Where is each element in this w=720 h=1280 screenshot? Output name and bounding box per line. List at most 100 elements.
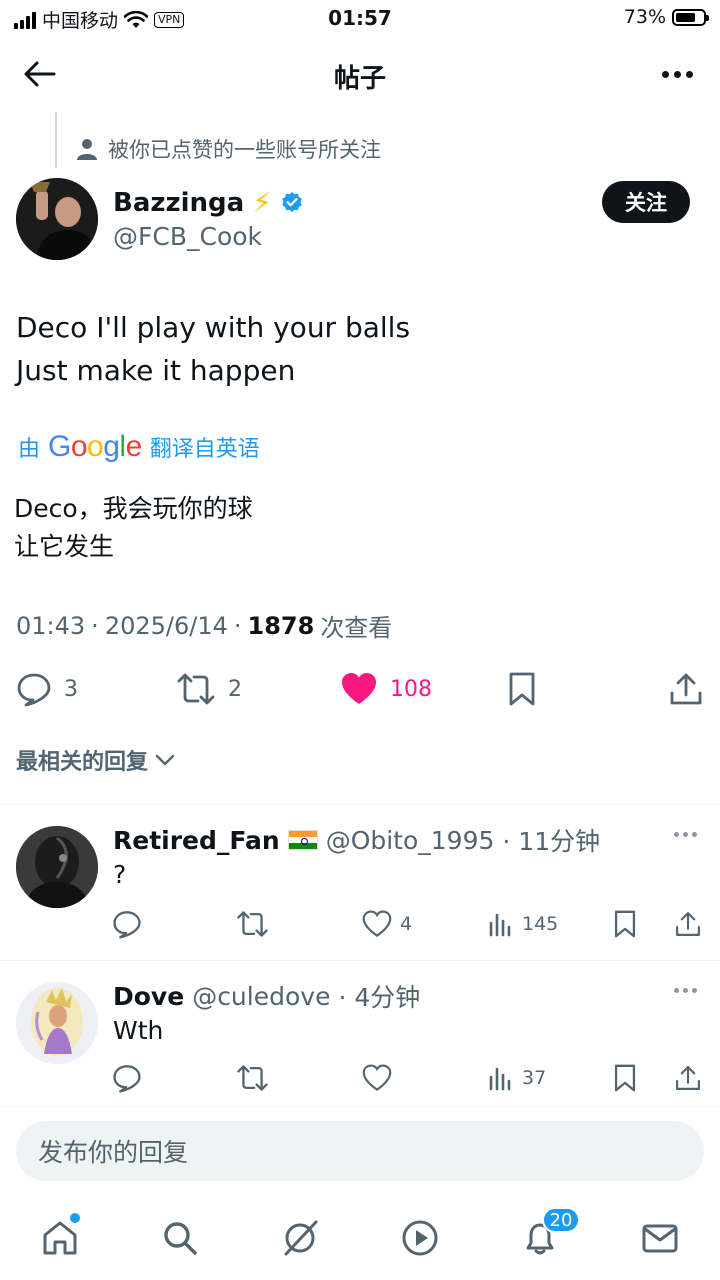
repost-count: 2 — [228, 676, 242, 702]
reply-comment-button[interactable] — [112, 1060, 142, 1096]
translated-text: Deco，我会玩你的球 让它发生 — [14, 490, 253, 566]
reply-views-button[interactable]: 37 — [488, 1060, 546, 1096]
status-time: 01:57 — [328, 6, 392, 30]
reply-repost-button[interactable] — [236, 906, 269, 942]
google-logo: Google — [48, 430, 142, 463]
mail-icon — [642, 1224, 678, 1253]
heart-filled-icon — [342, 673, 376, 704]
reply-avatar[interactable] — [16, 826, 98, 908]
reply-button[interactable]: 3 — [16, 668, 78, 710]
post-text-line: Just make it happen — [16, 354, 296, 387]
reply-share-button[interactable] — [674, 1060, 702, 1096]
views-label: 次查看 — [320, 614, 393, 642]
reply-header: Dove @culedove · 4分钟 — [113, 978, 420, 1014]
nav-grok[interactable] — [272, 1210, 328, 1266]
repost-button[interactable]: 2 — [176, 668, 242, 710]
follow-button[interactable]: 关注 — [602, 181, 690, 223]
bottom-nav: 20 — [0, 1196, 720, 1280]
status-bar: 中国移动 VPN 01:57 73% — [0, 0, 720, 38]
more-options-button[interactable] — [654, 56, 700, 92]
meta-separator: · — [233, 611, 242, 640]
reply-more-button[interactable] — [668, 978, 702, 1002]
search-icon — [164, 1222, 197, 1255]
reply-author-name[interactable]: Retired_Fan — [113, 826, 280, 855]
reply-bookmark-button[interactable] — [612, 906, 638, 942]
home-notification-dot — [70, 1213, 80, 1223]
nav-search[interactable] — [152, 1210, 208, 1266]
bookmark-button[interactable] — [506, 668, 538, 710]
reply-share-button[interactable] — [674, 906, 702, 942]
reply-view-count: 145 — [522, 913, 559, 935]
sort-label: 最相关的回复 — [16, 750, 149, 775]
lightning-emoji: ⚡ — [252, 186, 272, 219]
reply-author-handle[interactable]: @culedove — [192, 982, 330, 1011]
meta-separator: · — [91, 611, 99, 640]
repost-icon — [177, 673, 215, 705]
reply-action-bar: 37 — [0, 1060, 720, 1096]
social-context-text: 被你已点赞的一些账号所关注 — [108, 138, 381, 162]
nav-notifications[interactable]: 20 — [512, 1207, 580, 1266]
reply-views-button[interactable]: 145 — [488, 906, 558, 942]
reply-like-button[interactable] — [362, 1060, 400, 1096]
grok-icon — [284, 1220, 318, 1256]
reply-like-button[interactable]: 4 — [362, 906, 412, 942]
reply-sort-dropdown[interactable]: 最相关的回复 — [16, 744, 176, 776]
like-count: 108 — [390, 676, 432, 702]
more-dot-icon — [661, 70, 669, 78]
back-button[interactable] — [22, 56, 62, 92]
reply-author-name[interactable]: Dove — [113, 982, 184, 1011]
reply-item[interactable]: Retired_Fan @Obito_1995 · 11分钟 ? 4 145 — [0, 822, 720, 962]
more-dot-icon — [691, 987, 697, 993]
social-context[interactable]: 被你已点赞的一些账号所关注 — [76, 134, 381, 164]
home-icon — [43, 1221, 77, 1255]
reply-action-bar: 4 145 — [0, 906, 720, 942]
author-avatar[interactable] — [16, 178, 98, 260]
reply-repost-button[interactable] — [236, 1060, 269, 1096]
analytics-icon — [489, 1067, 511, 1091]
battery-icon — [672, 8, 709, 26]
bookmark-icon — [614, 910, 636, 938]
analytics-icon — [489, 913, 511, 937]
author-handle[interactable]: @FCB_Cook — [113, 222, 262, 251]
reply-more-button[interactable] — [668, 822, 702, 846]
translated-line: Deco，我会玩你的球 — [14, 494, 253, 523]
verified-badge-icon — [282, 191, 302, 212]
reply-input[interactable]: 发布你的回复 — [16, 1121, 704, 1181]
reply-bookmark-button[interactable] — [612, 1060, 638, 1096]
translate-suffix: 翻译自英语 — [149, 437, 260, 462]
reply-view-count: 37 — [522, 1067, 547, 1089]
repost-icon — [237, 911, 268, 937]
post-meta: 01:43 · 2025/6/14 · 1878 次查看 — [16, 608, 392, 643]
translated-line: 让它发生 — [14, 532, 115, 561]
like-button[interactable]: 108 — [340, 668, 432, 710]
post-time: 01:43 — [16, 611, 86, 640]
more-dot-icon — [691, 831, 697, 837]
heart-icon — [362, 1064, 392, 1091]
reply-avatar[interactable] — [16, 982, 98, 1064]
share-button[interactable] — [668, 668, 704, 710]
author-name-row[interactable]: Bazzinga ⚡ — [113, 186, 304, 219]
author-name: Bazzinga — [113, 187, 245, 218]
reply-author-handle[interactable]: @Obito_1995 — [326, 826, 495, 855]
reply-composer-bar: 发布你的回复 — [0, 1106, 720, 1196]
avatar-image — [16, 982, 98, 1064]
nav-messages[interactable] — [632, 1210, 688, 1266]
reply-like-count: 4 — [400, 913, 413, 935]
reply-text: Wth — [113, 1016, 164, 1045]
notifications-badge: 20 — [542, 1207, 580, 1233]
divider — [0, 804, 720, 805]
post-text-line: Deco I'll play with your balls — [16, 311, 411, 344]
share-icon — [676, 912, 700, 936]
translation-attribution[interactable]: 由 Google 翻译自英语 — [18, 430, 260, 464]
nav-video[interactable] — [392, 1210, 448, 1266]
comment-icon — [113, 1065, 141, 1093]
nav-home[interactable] — [32, 1210, 88, 1266]
more-dot-icon — [673, 987, 679, 993]
reply-item[interactable]: Dove @culedove · 4分钟 Wth 37 — [0, 978, 720, 1104]
bookmark-icon — [509, 672, 535, 706]
india-flag-emoji — [287, 830, 318, 850]
reply-comment-button[interactable] — [112, 906, 142, 942]
post-action-bar: 3 2 108 — [0, 668, 720, 710]
reply-count: 3 — [64, 676, 78, 702]
more-dot-icon — [682, 831, 688, 837]
